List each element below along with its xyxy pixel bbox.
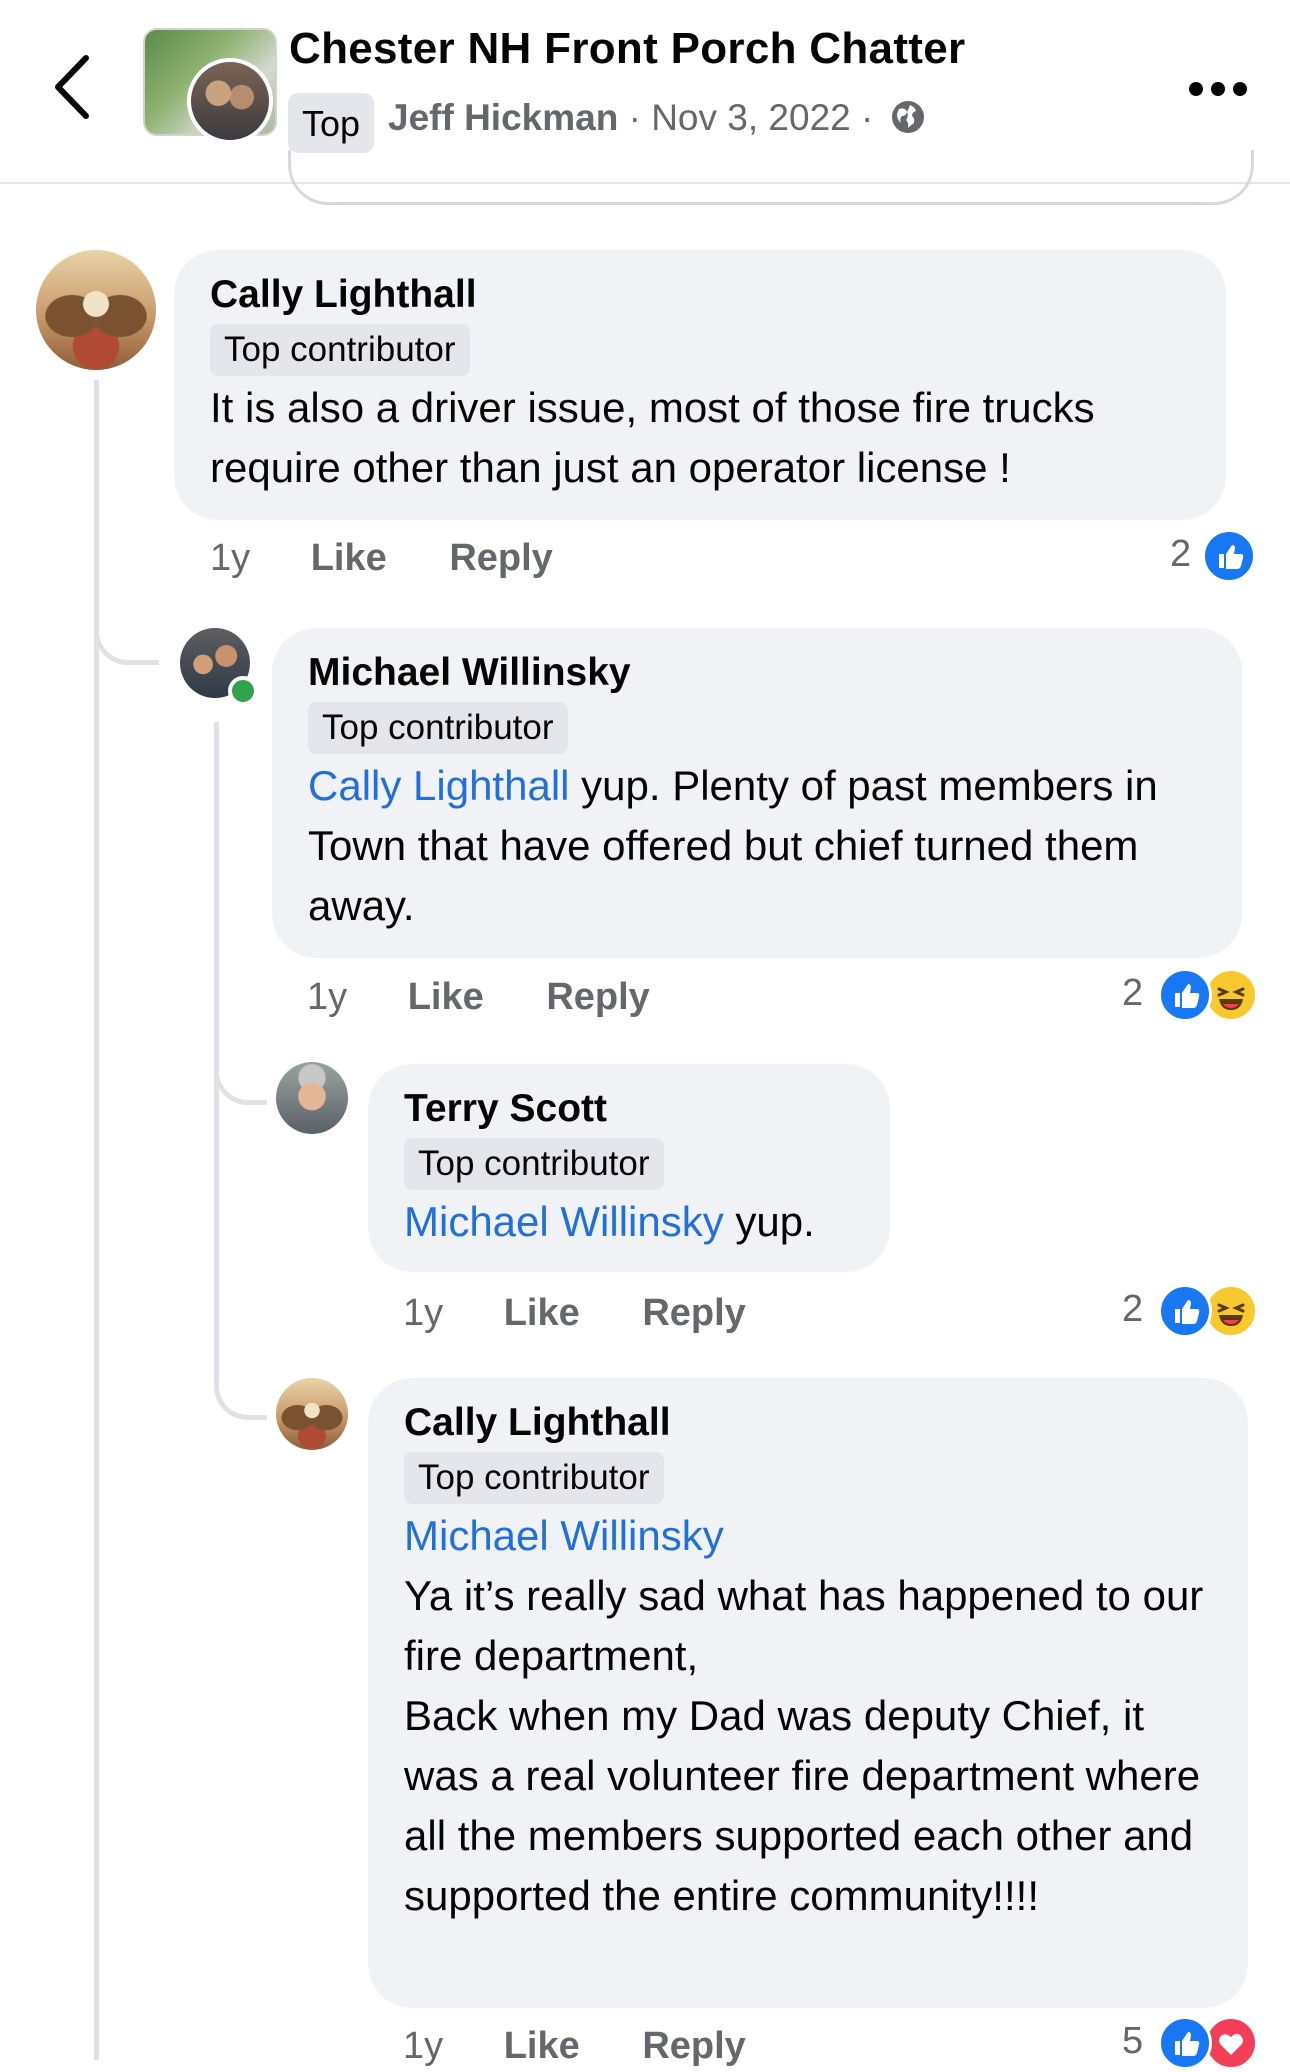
- comment-time[interactable]: 1y: [210, 537, 250, 579]
- commenter-avatar[interactable]: [276, 1378, 348, 1450]
- chevron-left-icon[interactable]: [48, 52, 96, 122]
- comment-time[interactable]: 1y: [403, 2025, 443, 2067]
- comment-author[interactable]: Michael Willinsky: [308, 650, 1206, 696]
- like-button[interactable]: Like: [311, 537, 387, 579]
- reaction-summary[interactable]: 2: [1166, 529, 1256, 583]
- more-horizontal-icon[interactable]: [1188, 78, 1248, 100]
- top-contributor-badge: Top contributor: [404, 1138, 664, 1190]
- reaction-count: 2: [1122, 1288, 1144, 1330]
- comment-bubble: Michael Willinsky Top contributor Cally …: [272, 628, 1242, 958]
- reaction-count: 2: [1122, 972, 1144, 1014]
- comment-text: Michael Willinsky yup.: [404, 1192, 854, 1252]
- comment-line: Back when my Dad was deputy Chief, it wa…: [404, 1692, 1201, 1919]
- post-meta: Jeff Hickman · Nov 3, 2022 ·: [388, 96, 926, 140]
- top-contributor-badge: Top contributor: [404, 1452, 664, 1504]
- group-name[interactable]: Chester NH Front Porch Chatter: [289, 24, 965, 74]
- comment-actions: 1y Like Reply: [210, 536, 605, 580]
- online-status-dot: [228, 676, 258, 706]
- reply-button[interactable]: Reply: [642, 2025, 745, 2067]
- love-icon: [1204, 2016, 1258, 2070]
- globe-icon: [891, 101, 924, 134]
- comment-author[interactable]: Terry Scott: [404, 1086, 854, 1132]
- comment-author[interactable]: Cally Lighthall: [404, 1400, 1212, 1446]
- reaction-summary[interactable]: 2: [1118, 968, 1258, 1022]
- haha-icon: [1204, 968, 1258, 1022]
- reply-button[interactable]: Reply: [642, 1292, 745, 1334]
- like-icon: [1202, 529, 1256, 583]
- comment-actions: 1y Like Reply: [403, 1291, 798, 1335]
- thread-connector: [94, 560, 159, 665]
- haha-icon: [1204, 1284, 1258, 1338]
- post-date[interactable]: Nov 3, 2022: [651, 97, 851, 138]
- meta-separator: ·: [861, 97, 874, 138]
- comment-text: Michael Willinsky Ya it’s really sad wha…: [404, 1506, 1212, 1926]
- reply-button[interactable]: Reply: [546, 976, 649, 1018]
- mention-link[interactable]: Michael Willinsky: [404, 1198, 724, 1245]
- author-avatar[interactable]: [187, 58, 273, 144]
- comment-actions: 1y Like Reply: [307, 975, 702, 1019]
- comment-bubble: Cally Lighthall Top contributor It is al…: [174, 250, 1226, 520]
- reaction-summary[interactable]: 2: [1118, 1284, 1258, 1338]
- like-icon: [1158, 2016, 1212, 2070]
- comment-bubble: Terry Scott Top contributor Michael Will…: [368, 1064, 890, 1272]
- like-button[interactable]: Like: [504, 1292, 580, 1334]
- reaction-summary[interactable]: 5: [1118, 2016, 1258, 2070]
- comment-author[interactable]: Cally Lighthall: [210, 272, 1190, 318]
- comment-time[interactable]: 1y: [307, 976, 347, 1018]
- comment-bubble: Cally Lighthall Top contributor Michael …: [368, 1378, 1248, 2008]
- commenter-avatar[interactable]: [36, 250, 156, 370]
- top-contributor-badge: Top contributor: [308, 702, 568, 754]
- top-badge: Top: [288, 93, 375, 153]
- previous-comment-edge: [288, 150, 1254, 205]
- post-author[interactable]: Jeff Hickman: [388, 97, 618, 138]
- mention-link[interactable]: Michael Willinsky: [404, 1506, 1212, 1566]
- mention-link[interactable]: Cally Lighthall: [308, 762, 569, 809]
- reply-button[interactable]: Reply: [449, 537, 552, 579]
- comment-text: Cally Lighthall yup. Plenty of past memb…: [308, 756, 1206, 936]
- reaction-count: 2: [1170, 533, 1192, 575]
- like-button[interactable]: Like: [504, 2025, 580, 2067]
- comment-time[interactable]: 1y: [403, 1292, 443, 1334]
- thread-connector: [214, 1000, 267, 1105]
- comment-actions: 1y Like Reply: [403, 2024, 798, 2068]
- like-button[interactable]: Like: [408, 976, 484, 1018]
- reaction-count: 5: [1122, 2020, 1144, 2062]
- commenter-avatar[interactable]: [276, 1062, 348, 1134]
- meta-separator: ·: [628, 97, 641, 138]
- top-contributor-badge: Top contributor: [210, 324, 470, 376]
- comment-body: yup.: [723, 1198, 815, 1245]
- comment-line: Ya it’s really sad what has happened to …: [404, 1572, 1204, 1679]
- comment-text: It is also a driver issue, most of those…: [210, 384, 1095, 491]
- like-icon: [1158, 1284, 1212, 1338]
- like-icon: [1158, 968, 1212, 1022]
- thread-connector: [214, 1300, 267, 1420]
